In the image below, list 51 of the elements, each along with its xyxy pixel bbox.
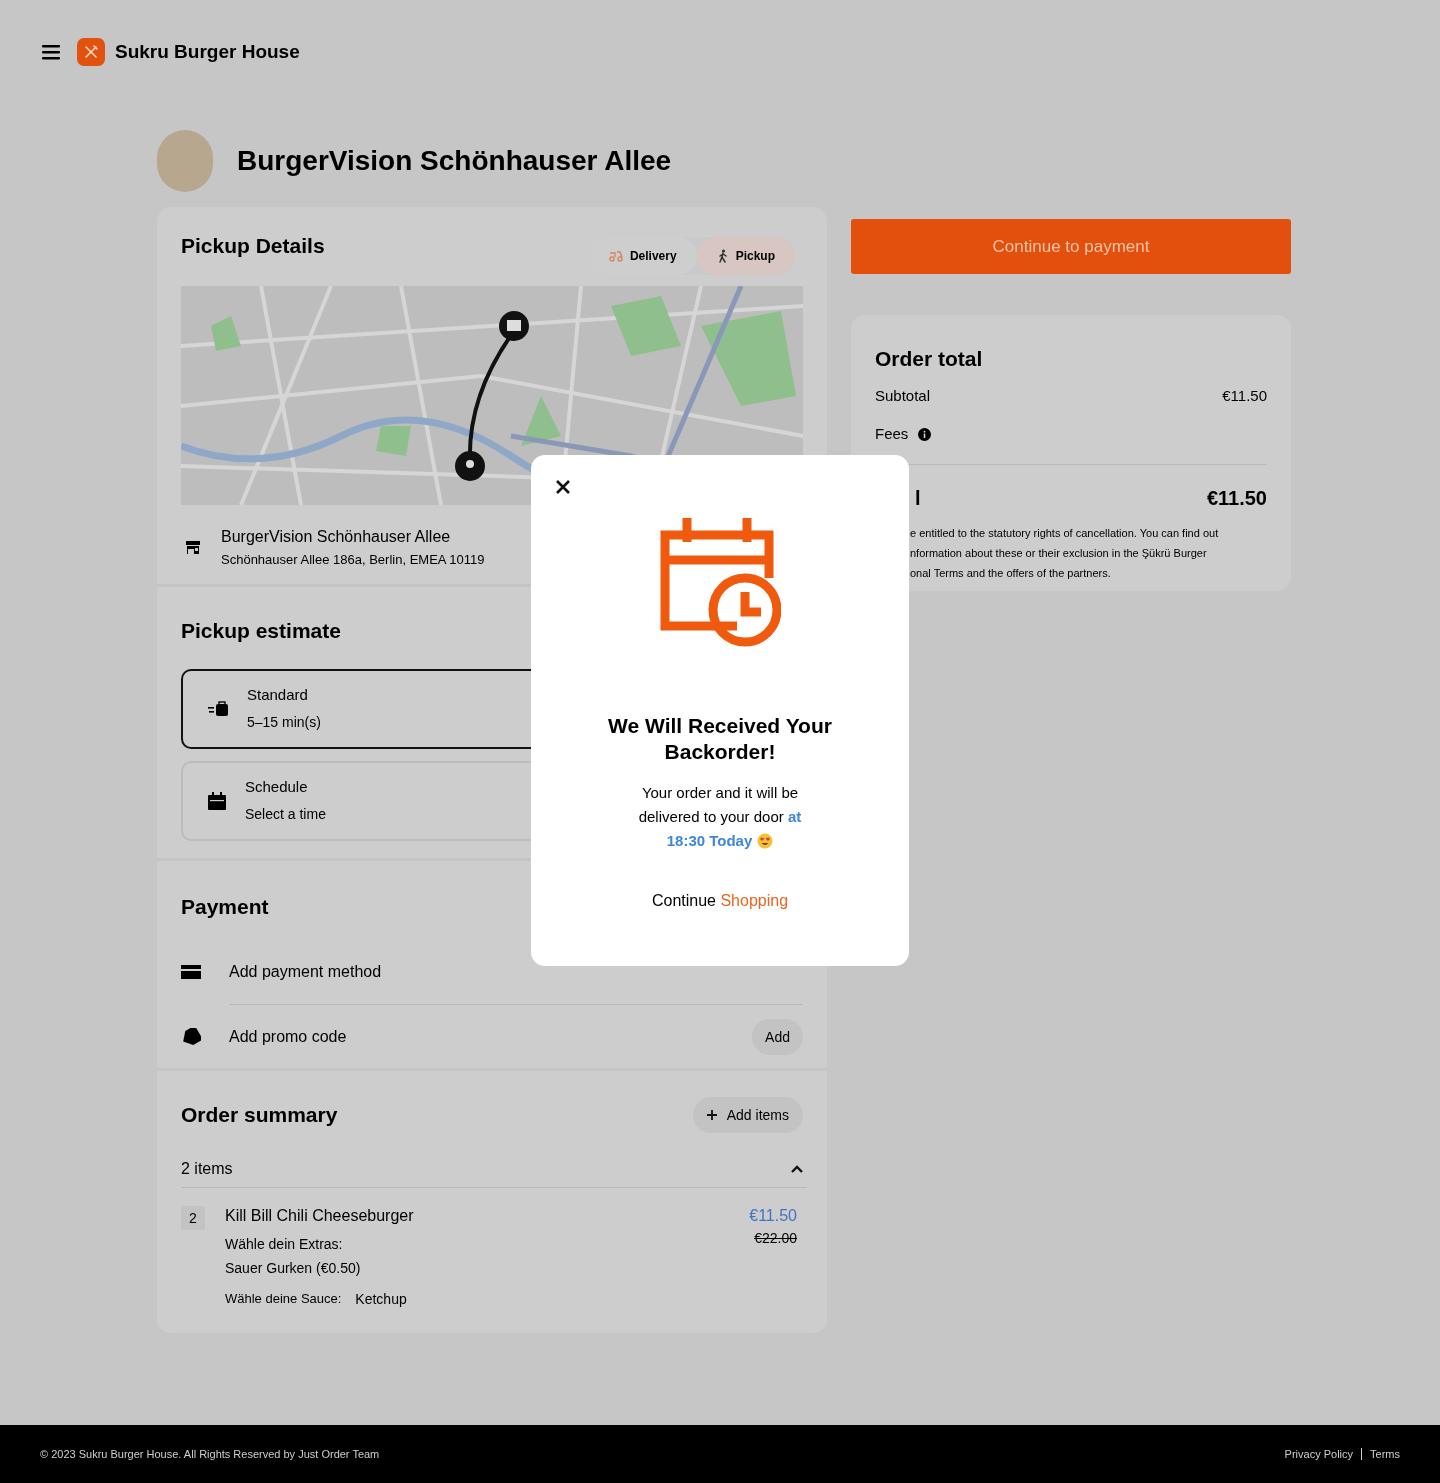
copyright-text: © 2023 Sukru Burger House. All Rights Reserved by Just Order Team	[40, 1446, 380, 1462]
item-price: €11.50	[749, 1206, 797, 1226]
walking-person-icon	[716, 249, 729, 263]
fees-label: Fees	[875, 424, 909, 444]
store-name: BurgerVision Schönhauser Allee	[221, 527, 452, 547]
footer-link[interactable]: Privacy Policy	[1284, 1445, 1354, 1463]
store-address: Schönhauser Allee 186a, Berlin, EMEA 10119	[221, 551, 485, 569]
legal-text: e entitled to the statutory rights of cancellation. You can find out	[910, 525, 1220, 541]
continue-shopping-link[interactable]: Continue Shopping	[651, 889, 789, 913]
photo-placeholder	[157, 130, 213, 192]
credit-card-icon	[181, 964, 201, 979]
scooter-icon	[608, 250, 623, 262]
section-title: Order summary	[181, 1102, 338, 1129]
subtotal-label: Subtotal	[875, 385, 931, 406]
total-value: €11.50	[1206, 485, 1267, 511]
option-label: Wähle dein Extras:	[225, 1235, 344, 1254]
option-label: Wähle deine Sauce:	[225, 1290, 342, 1308]
subtotal-value: €11.50	[1222, 385, 1267, 406]
mode-tab[interactable]: Pickup	[696, 237, 795, 275]
close-icon[interactable]	[555, 479, 571, 495]
section-title: Pickup Details	[181, 233, 325, 260]
option-value: Ketchup	[355, 1290, 407, 1309]
restaurant-name: BurgerVision Schönhauser Allee	[237, 144, 672, 178]
item-name: Kill Bill Chili Cheeseburger	[225, 1206, 415, 1226]
info-icon	[918, 427, 932, 441]
row-label: Add promo code	[229, 1027, 348, 1047]
items-toggle[interactable]: 2 items	[181, 1151, 807, 1188]
section-title: Pickup estimate	[181, 618, 341, 644]
legal-text: onal Terms and the offers of the partners.	[910, 565, 1112, 581]
dialog-message: Your order and it will be delivered to your door at	[637, 783, 803, 827]
add-items-button[interactable]: Add items	[692, 1097, 803, 1133]
mode-tab[interactable]: Delivery	[588, 237, 697, 275]
row-label: Add payment method	[229, 961, 383, 982]
quantity-badge: 2	[181, 1206, 205, 1230]
section-title: Payment	[181, 894, 269, 920]
calendar-clock-icon	[659, 516, 781, 647]
menu-icon[interactable]	[40, 43, 62, 62]
bag-icon	[207, 700, 229, 717]
total-label: l	[915, 485, 921, 511]
logo-icon	[77, 38, 105, 67]
footer-link[interactable]: Terms	[1370, 1445, 1400, 1463]
heart-eyes-emoji-icon	[757, 833, 774, 849]
original-price: €22.00	[754, 1229, 797, 1248]
add-button[interactable]: Add	[752, 1019, 803, 1055]
store-icon	[185, 539, 201, 556]
legal-text: nformation about these or their exclusion in the Şükrü Burger	[910, 545, 1208, 561]
calendar-icon	[207, 790, 227, 811]
section-title: Order total	[875, 346, 983, 372]
brand-name[interactable]: Sukru Burger House	[115, 38, 300, 67]
plus-icon	[706, 1110, 717, 1120]
option-value: Sauer Gurken (€0.50)	[225, 1259, 362, 1278]
